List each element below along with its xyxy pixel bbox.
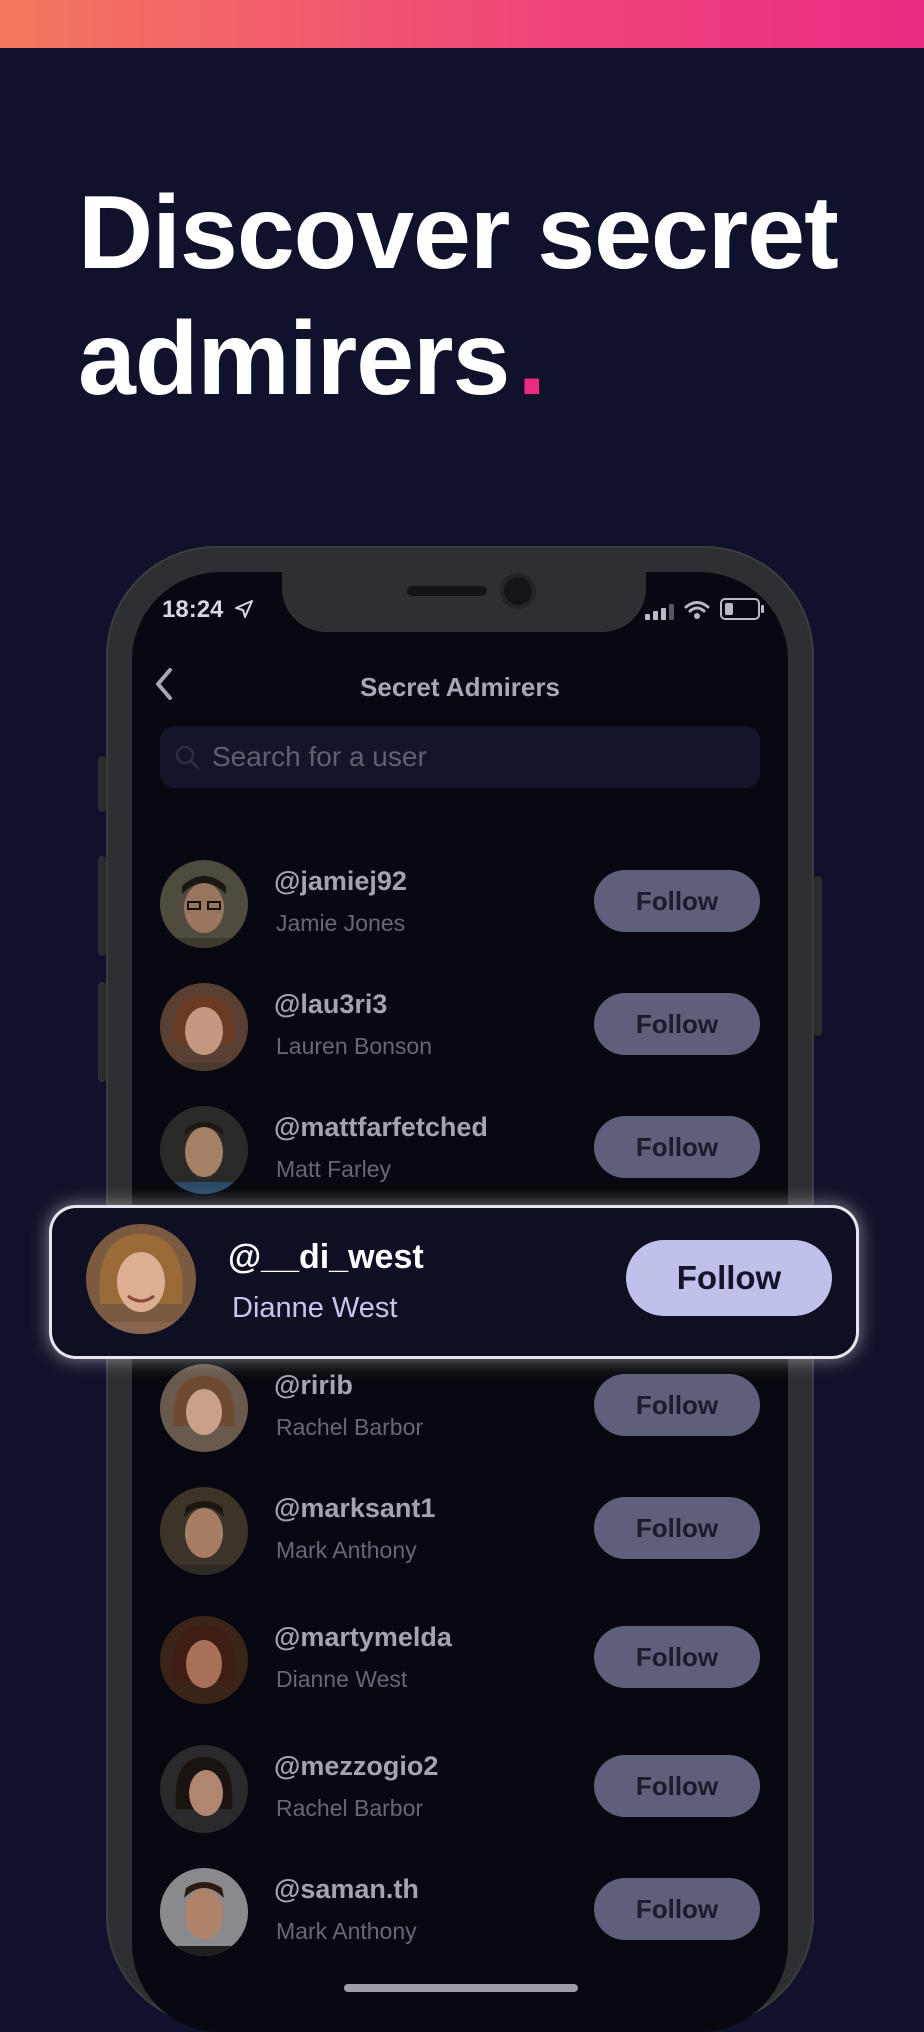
wifi-icon bbox=[684, 601, 710, 619]
screen-title: Secret Admirers bbox=[360, 672, 560, 702]
list-item[interactable]: @lau3ri3 Lauren Bonson Follow bbox=[132, 973, 788, 1073]
list-item[interactable]: @martymelda Dianne West Follow bbox=[132, 1606, 788, 1706]
full-name: Lauren Bonson bbox=[276, 1033, 433, 1059]
battery-icon bbox=[720, 598, 764, 620]
headline-line-1: Discover secret bbox=[78, 175, 839, 291]
power-button bbox=[814, 876, 822, 1036]
full-name: Dianne West bbox=[232, 1292, 398, 1324]
list-item[interactable]: @saman.th Mark Anthony Follow bbox=[132, 1858, 788, 1958]
follow-button[interactable]: Follow bbox=[594, 1878, 760, 1940]
follow-button[interactable]: Follow bbox=[594, 1626, 760, 1688]
username: @__di_west bbox=[228, 1238, 424, 1276]
full-name: Mark Anthony bbox=[276, 1918, 417, 1944]
status-icons bbox=[645, 598, 764, 620]
status-time-text: 18:24 bbox=[162, 596, 224, 623]
username: @jamiej92 bbox=[274, 866, 407, 896]
avatar bbox=[160, 1487, 248, 1575]
home-indicator[interactable] bbox=[344, 1984, 578, 1992]
mute-switch bbox=[98, 756, 106, 812]
username: @mezzogio2 bbox=[274, 1751, 439, 1781]
full-name: Rachel Barbor bbox=[276, 1414, 424, 1440]
speaker-grille bbox=[407, 586, 487, 596]
full-name: Dianne West bbox=[276, 1666, 408, 1692]
headline-dot: . bbox=[517, 301, 546, 417]
username: @martymelda bbox=[274, 1622, 452, 1652]
avatar bbox=[160, 1364, 248, 1452]
follow-button[interactable]: Follow bbox=[594, 1497, 760, 1559]
volume-up-button bbox=[98, 856, 106, 956]
avatar bbox=[160, 860, 248, 948]
follow-button[interactable]: Follow bbox=[594, 1116, 760, 1178]
highlighted-user-card[interactable]: @__di_west Dianne West Follow bbox=[52, 1208, 856, 1356]
avatar bbox=[160, 983, 248, 1071]
search-bar[interactable] bbox=[160, 726, 760, 788]
username: @mattfarfetched bbox=[274, 1112, 488, 1142]
headline-word: admirers bbox=[78, 301, 510, 417]
headline-line-2: admirers. bbox=[78, 296, 898, 422]
list-item[interactable]: @ririb Rachel Barbor Follow bbox=[132, 1354, 788, 1454]
list-item[interactable]: @mezzogio2 Rachel Barbor Follow bbox=[132, 1735, 788, 1835]
username: @lau3ri3 bbox=[274, 989, 388, 1019]
location-arrow-icon bbox=[235, 600, 254, 618]
avatar bbox=[160, 1868, 248, 1956]
follow-button[interactable]: Follow bbox=[594, 1374, 760, 1436]
list-item[interactable]: @marksant1 Mark Anthony Follow bbox=[132, 1477, 788, 1577]
follow-button[interactable]: Follow bbox=[626, 1240, 832, 1316]
follow-button[interactable]: Follow bbox=[594, 993, 760, 1055]
front-camera bbox=[504, 577, 532, 605]
notch bbox=[282, 572, 646, 632]
gradient-top-bar bbox=[0, 0, 924, 48]
follow-button[interactable]: Follow bbox=[594, 1755, 760, 1817]
full-name: Jamie Jones bbox=[276, 910, 406, 936]
username: @marksant1 bbox=[274, 1493, 436, 1523]
follow-button[interactable]: Follow bbox=[594, 870, 760, 932]
username: @saman.th bbox=[274, 1874, 419, 1904]
full-name: Rachel Barbor bbox=[276, 1795, 424, 1821]
avatar bbox=[86, 1224, 196, 1334]
status-time: 18:24 bbox=[162, 596, 254, 624]
search-icon bbox=[175, 745, 200, 770]
avatar bbox=[160, 1106, 248, 1194]
headline: Discover secret admirers. bbox=[78, 170, 898, 422]
list-item[interactable]: @mattfarfetched Matt Farley Follow bbox=[132, 1096, 788, 1196]
full-name: Mark Anthony bbox=[276, 1537, 417, 1563]
avatar bbox=[160, 1745, 248, 1833]
signal-icon bbox=[645, 604, 674, 620]
full-name: Matt Farley bbox=[276, 1156, 392, 1182]
username: @ririb bbox=[274, 1370, 353, 1400]
search-input[interactable] bbox=[210, 740, 754, 774]
volume-down-button bbox=[98, 982, 106, 1082]
list-item[interactable]: @jamiej92 Jamie Jones Follow bbox=[132, 850, 788, 950]
avatar bbox=[160, 1616, 248, 1704]
